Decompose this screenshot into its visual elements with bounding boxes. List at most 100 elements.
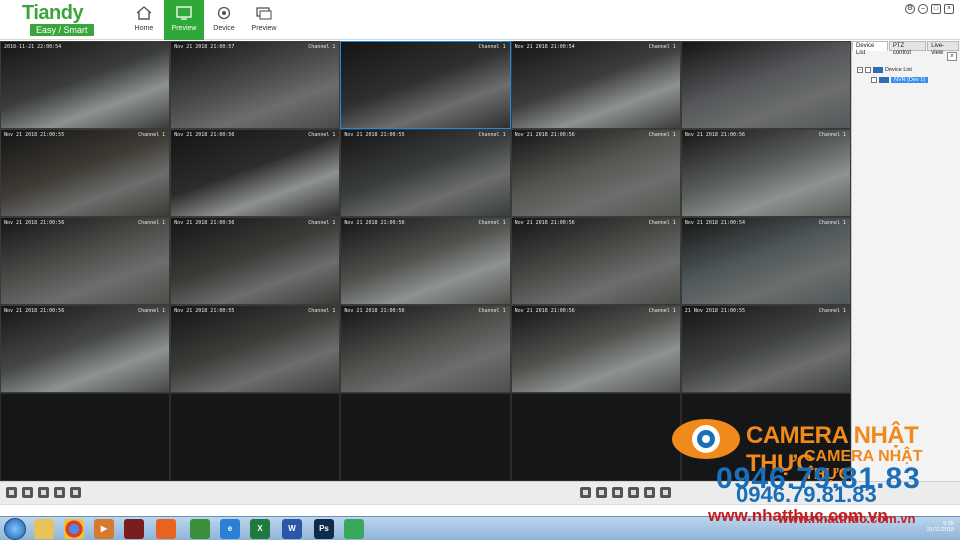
video-cell[interactable]: Nov 21 2018 21:00:55 Channel 1 bbox=[0, 129, 171, 217]
zoom-icon[interactable] bbox=[70, 487, 81, 498]
video-cell[interactable]: Nov 21 2018 21:00:56 Channel 1 bbox=[510, 217, 681, 305]
app-icon[interactable] bbox=[344, 519, 364, 539]
status-line bbox=[0, 504, 960, 516]
video-cell[interactable]: Nov 21 2018 21:00:56 Channel 1 bbox=[170, 129, 341, 217]
video-cell[interactable] bbox=[510, 393, 681, 481]
collapse-toggle-icon[interactable]: − bbox=[857, 67, 863, 73]
video-cell[interactable]: Nov 21 2018 21:00:56 Channel 1 bbox=[510, 305, 681, 393]
brand-tagline: Easy / Smart bbox=[30, 24, 94, 36]
video-cell[interactable]: Nov 21 2018 21:00:56 Channel 1 bbox=[340, 305, 511, 393]
tree-child[interactable]: NVR (Dev 1) bbox=[857, 75, 957, 85]
feed-timestamp: Nov 21 2018 21:00:56 bbox=[684, 132, 746, 138]
feed-timestamp: Nov 21 2018 21:00:54 bbox=[684, 220, 746, 226]
video-cell[interactable]: Nov 21 2018 21:00:56 Channel 1 bbox=[170, 217, 341, 305]
snapshot-icon[interactable] bbox=[6, 487, 17, 498]
tree-checkbox[interactable] bbox=[865, 67, 871, 73]
nav-device-button[interactable]: Device bbox=[204, 0, 244, 40]
chrome-icon[interactable] bbox=[64, 519, 84, 539]
video-cell[interactable] bbox=[340, 393, 511, 481]
feed-channel-label: Channel 1 bbox=[478, 44, 506, 50]
video-cell[interactable] bbox=[170, 393, 341, 481]
feed-timestamp: 2018-11-21 22:00:54 bbox=[4, 44, 62, 50]
audio-icon[interactable] bbox=[54, 487, 65, 498]
nav-preview2-button[interactable]: Preview bbox=[244, 0, 284, 40]
tree-child-checkbox[interactable] bbox=[871, 77, 877, 83]
minimize-icon[interactable]: – bbox=[918, 4, 928, 14]
talk-icon[interactable] bbox=[38, 487, 49, 498]
video-cell[interactable]: Nov 21 2018 21:00:56 Channel 1 bbox=[0, 217, 171, 305]
video-cell[interactable]: Nov 21 2018 21:00:54 Channel 1 bbox=[510, 41, 681, 129]
video-cell[interactable]: Channel 1 bbox=[340, 41, 511, 129]
photoshop-icon[interactable]: Ps bbox=[314, 519, 334, 539]
feed-timestamp: Nov 21 2018 21:00:56 bbox=[514, 220, 575, 226]
feed-timestamp: Nov 21 2018 21:00:56 bbox=[4, 308, 65, 314]
tree-root[interactable]: − Device List bbox=[857, 65, 957, 75]
search-icon[interactable]: ⌕ bbox=[947, 52, 957, 61]
feed-channel-label: Channel 1 bbox=[138, 132, 166, 138]
tree-child-label: NVR (Dev 1) bbox=[891, 77, 929, 83]
close-all-icon[interactable] bbox=[596, 487, 607, 498]
video-cell[interactable]: Nov 21 2018 21:00:55 Channel 1 bbox=[170, 305, 341, 393]
tab-ptz-control[interactable]: PTZ control bbox=[888, 41, 927, 56]
video-cell[interactable] bbox=[680, 393, 851, 481]
word-icon[interactable]: W bbox=[282, 519, 302, 539]
excel-icon[interactable]: X bbox=[250, 519, 270, 539]
maximize-icon[interactable]: □ bbox=[931, 4, 941, 14]
tab-device-list[interactable]: Device List bbox=[852, 41, 888, 56]
feed-channel-label: Channel 1 bbox=[308, 220, 336, 226]
nav-home-button[interactable]: Home bbox=[124, 0, 164, 40]
folder-icon[interactable] bbox=[34, 519, 54, 539]
device-tree: − Device List NVR (Dev 1) bbox=[857, 65, 957, 85]
video-cell[interactable]: 21 Nov 2018 21:00:55 Channel 1 bbox=[680, 305, 851, 393]
preview2-icon bbox=[256, 7, 272, 20]
video-cell[interactable]: Nov 21 2018 21:00:56 Channel 1 bbox=[680, 129, 851, 217]
stop-all-icon[interactable] bbox=[612, 487, 623, 498]
nav-preview-button[interactable]: Preview bbox=[164, 0, 204, 40]
nav-preview-label: Preview bbox=[171, 25, 197, 32]
nav-device-label: Device bbox=[213, 25, 235, 32]
camera-feed bbox=[171, 218, 340, 304]
start-button[interactable] bbox=[4, 518, 26, 540]
layout-grid-icon[interactable] bbox=[580, 487, 591, 498]
video-cell[interactable]: Nov 21 2018 21:00:56 Channel 1 bbox=[340, 217, 511, 305]
camera-feed bbox=[511, 130, 680, 216]
feed-channel-label: Channel 1 bbox=[308, 44, 336, 50]
video-cell[interactable] bbox=[0, 393, 171, 481]
video-cell[interactable]: Nov 21 2018 21:00:56 Channel 1 bbox=[0, 305, 171, 393]
feed-timestamp: 21 Nov 2018 21:00:55 bbox=[684, 308, 746, 314]
camera-feed bbox=[1, 218, 170, 304]
feed-timestamp: Nov 21 2018 21:00:56 bbox=[344, 220, 405, 226]
camera-feed bbox=[511, 306, 680, 392]
brand-name: Tiandy bbox=[22, 2, 84, 24]
tiandy-app-icon[interactable] bbox=[124, 519, 144, 539]
tab-live-view[interactable]: Live-view bbox=[927, 41, 959, 56]
record-icon[interactable] bbox=[22, 487, 33, 498]
feed-channel-label: Channel 1 bbox=[478, 308, 506, 314]
feed-timestamp: Nov 21 2018 21:00:56 bbox=[514, 132, 575, 138]
camera-feed bbox=[341, 130, 510, 216]
feed-channel-label: Channel 1 bbox=[308, 132, 336, 138]
video-cell[interactable]: Nov 21 2018 21:00:56 Channel 1 bbox=[510, 129, 681, 217]
video-cell[interactable]: Nov 21 2018 21:00:54 Channel 1 bbox=[680, 217, 851, 305]
refresh-icon[interactable] bbox=[628, 487, 639, 498]
firefox-icon[interactable] bbox=[156, 519, 176, 539]
close-icon[interactable]: × bbox=[944, 4, 954, 14]
feed-timestamp: Nov 21 2018 21:00:54 bbox=[514, 44, 575, 50]
window-controls: ⚙ – □ × bbox=[905, 4, 954, 14]
camera-feed bbox=[171, 42, 340, 128]
video-cell[interactable]: Nov 21 2018 21:00:55 Channel 1 bbox=[340, 129, 511, 217]
video-cell[interactable]: Nov 21 2018 21:00:57 Channel 1 bbox=[170, 41, 341, 129]
remote-desktop-icon[interactable] bbox=[190, 519, 210, 539]
internet-explorer-icon[interactable]: e bbox=[220, 519, 240, 539]
feed-timestamp: Nov 21 2018 21:00:56 bbox=[174, 220, 235, 226]
media-player-icon[interactable]: ▶ bbox=[94, 519, 114, 539]
fullscreen-icon[interactable] bbox=[660, 487, 671, 498]
feed-channel-label: Channel 1 bbox=[818, 220, 846, 226]
feed-timestamp: Nov 21 2018 21:00:55 bbox=[4, 132, 65, 138]
video-cell[interactable] bbox=[680, 41, 851, 129]
feed-channel-label: Channel 1 bbox=[478, 220, 506, 226]
settings-icon[interactable]: ⚙ bbox=[905, 4, 915, 14]
feed-channel-label: Channel 1 bbox=[648, 132, 676, 138]
split-screen-icon[interactable] bbox=[644, 487, 655, 498]
video-cell[interactable]: 2018-11-21 22:00:54 bbox=[0, 41, 171, 129]
